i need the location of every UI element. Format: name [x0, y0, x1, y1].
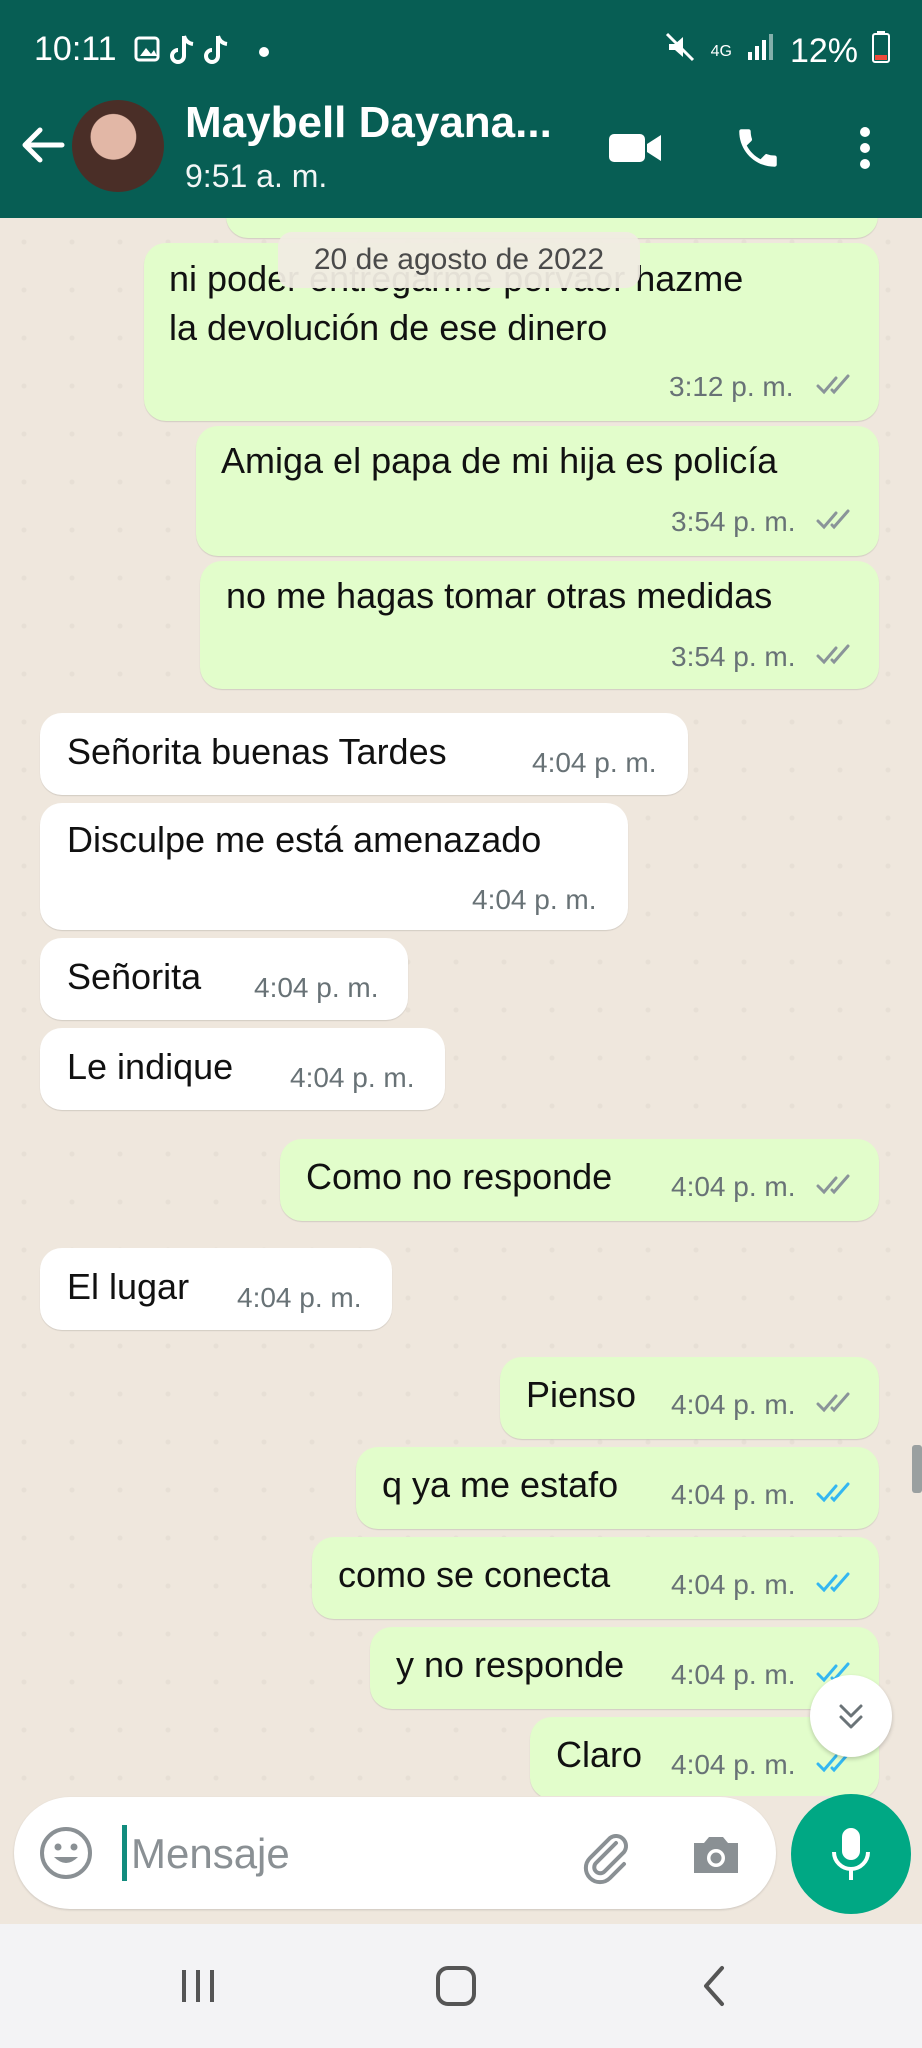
phone-icon	[739, 129, 777, 167]
back-button[interactable]	[18, 120, 68, 170]
recent-apps-icon[interactable]	[166, 1954, 230, 2018]
message-text: Señorita	[67, 956, 202, 997]
message-time: 4:04 p. m.	[290, 1062, 415, 1093]
message-bubble[interactable]: El lugar 4:04 p. m.	[40, 1248, 392, 1330]
home-icon[interactable]	[424, 1954, 488, 2018]
microphone-icon	[832, 1828, 870, 1880]
system-nav-bar	[0, 1924, 922, 2048]
video-call-button[interactable]	[605, 118, 665, 178]
message-bubble[interactable]: Señorita buenas Tardes 4:04 p. m.	[40, 713, 688, 795]
message-time: 4:04 p. m.	[671, 1749, 796, 1780]
message-text: no me hagas tomar otras medidas	[226, 575, 773, 616]
message-time: 4:04 p. m.	[532, 747, 657, 778]
status-bar: 10:11 4G 12%	[0, 0, 922, 100]
message-bubble[interactable]: Amiga el papa de mi hija es policía 3:54…	[196, 426, 879, 556]
message-text: El lugar	[67, 1266, 190, 1307]
message-text: Le indique	[67, 1046, 234, 1087]
message-time: 4:04 p. m.	[671, 1569, 796, 1600]
voice-call-button[interactable]	[728, 118, 788, 178]
mute-icon	[663, 30, 697, 73]
status-time: 10:11	[34, 30, 117, 68]
double-check-read-icon	[816, 1572, 850, 1593]
notification-icons	[132, 32, 282, 76]
message-bubble[interactable]: no me hagas tomar otras medidas 3:54 p. …	[200, 561, 879, 689]
scrollbar-thumb[interactable]	[912, 1445, 922, 1493]
message-text: Claro	[556, 1734, 643, 1775]
video-call-icon	[609, 134, 661, 162]
message-bubble[interactable]: Señorita 4:04 p. m.	[40, 938, 408, 1020]
double-check-icon	[816, 644, 850, 665]
message-text: q ya me estafo	[382, 1464, 619, 1505]
battery-level: 12%	[789, 32, 858, 70]
camera-icon[interactable]	[688, 1827, 744, 1883]
message-time: 4:04 p. m.	[671, 1479, 796, 1510]
voice-message-button[interactable]	[791, 1794, 911, 1914]
text-cursor	[122, 1825, 127, 1881]
message-text: la devolución de ese dinero	[169, 307, 608, 348]
contact-name[interactable]: Maybell Dayana...	[185, 98, 552, 148]
message-composer	[14, 1797, 776, 1909]
arrow-left-icon	[22, 127, 65, 163]
message-bubble[interactable]: q ya me estafo 4:04 p. m.	[356, 1447, 879, 1529]
message-time: 3:12 p. m.	[669, 371, 794, 402]
message-bubble[interactable]: como se conecta 4:04 p. m.	[312, 1537, 879, 1619]
paperclip-icon[interactable]	[574, 1825, 634, 1885]
message-time: 4:04 p. m.	[254, 972, 379, 1003]
battery-icon	[872, 31, 890, 72]
message-time: 4:04 p. m.	[472, 884, 597, 915]
message-text: Disculpe me está amenazado	[67, 819, 542, 860]
emoji-icon[interactable]	[38, 1825, 94, 1881]
back-nav-icon[interactable]	[684, 1954, 748, 2018]
message-bubble[interactable]: Como no responde 4:04 p. m.	[280, 1139, 879, 1221]
message-bubble[interactable]: Pienso 4:04 p. m.	[500, 1357, 879, 1439]
double-check-icon	[816, 1392, 850, 1413]
double-check-icon	[816, 374, 850, 395]
message-text: Pienso	[526, 1374, 637, 1415]
message-time: 4:04 p. m.	[671, 1659, 796, 1690]
date-separator: 20 de agosto de 2022	[278, 232, 640, 288]
message-text: como se conecta	[338, 1554, 611, 1595]
message-time: 3:54 p. m.	[671, 641, 796, 672]
contact-avatar[interactable]	[72, 100, 164, 192]
message-bubble[interactable]: Disculpe me está amenazado 4:04 p. m.	[40, 803, 628, 930]
message-time: 3:54 p. m.	[671, 506, 796, 537]
double-chevron-down-icon	[839, 1704, 863, 1729]
signal-icon	[746, 32, 776, 71]
message-time: 4:04 p. m.	[671, 1171, 796, 1202]
double-check-icon	[816, 509, 850, 530]
network-type: 4G	[710, 42, 732, 60]
double-check-read-icon	[816, 1482, 850, 1503]
message-bubble[interactable]: Le indique 4:04 p. m.	[40, 1028, 445, 1110]
message-text: Como no responde	[306, 1156, 613, 1197]
status-right: 4G 12%	[663, 30, 890, 73]
message-text: Amiga el papa de mi hija es policía	[221, 440, 778, 481]
more-options-button[interactable]	[835, 118, 895, 178]
chat-area[interactable]: ni poder entregarme porvaor hazme la dev…	[0, 218, 922, 1796]
more-vert-icon	[860, 127, 870, 169]
message-bubble[interactable]: y no responde 4:04 p. m.	[370, 1627, 879, 1709]
last-seen: 9:51 a. m.	[185, 158, 328, 194]
app-bar: 10:11 4G 12% Maybell Dayana... 9:51 a. m…	[0, 0, 922, 218]
message-time: 4:04 p. m.	[671, 1389, 796, 1420]
message-text: Señorita buenas Tardes	[67, 731, 447, 772]
double-check-icon	[816, 1174, 850, 1195]
scroll-to-bottom-button[interactable]	[810, 1675, 892, 1757]
message-text: y no responde	[396, 1644, 625, 1685]
message-time: 4:04 p. m.	[237, 1282, 362, 1313]
message-input[interactable]	[129, 1821, 533, 1887]
